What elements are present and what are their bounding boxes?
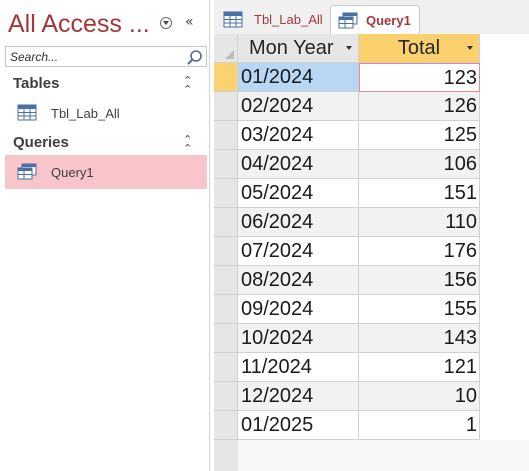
search-box	[5, 46, 207, 67]
navigation-pane: All Access ... « Tables ⌃⌃ Tbl_Lab_All Q…	[0, 0, 210, 471]
record-selector[interactable]	[214, 179, 238, 208]
query-icon	[338, 12, 358, 29]
cell-mon-year[interactable]: 06/2024	[238, 208, 359, 237]
cell-mon-year[interactable]: 02/2024	[238, 92, 359, 121]
cell-total[interactable]: 176	[359, 237, 480, 266]
tab-label: Query1	[366, 13, 411, 28]
record-selector[interactable]	[214, 92, 238, 121]
cell-total[interactable]: 143	[359, 324, 480, 353]
cell-total[interactable]: 156	[359, 266, 480, 295]
record-selector[interactable]	[214, 237, 238, 266]
document-tab-bar: Tbl_Lab_All Query1	[214, 0, 529, 35]
cell-mon-year[interactable]: 04/2024	[238, 150, 359, 179]
cell-total[interactable]: 110	[359, 208, 480, 237]
cell-total[interactable]: 126	[359, 92, 480, 121]
query-icon	[17, 163, 37, 180]
record-selector[interactable]	[214, 411, 238, 440]
group-label-queries: Queries	[13, 134, 69, 151]
column-header-label: Mon Year	[249, 37, 334, 59]
nav-pane-title[interactable]: All Access ...	[8, 10, 150, 39]
cell-mon-year[interactable]: 05/2024	[238, 179, 359, 208]
table-icon	[223, 11, 243, 28]
column-header-label: Total	[397, 37, 441, 59]
nav-item-label: Query1	[51, 165, 94, 180]
query-datasheet: Mon Year Total 01/2024 123 02/2024 126 0…	[214, 34, 529, 471]
record-selector[interactable]	[214, 382, 238, 411]
record-selector[interactable]	[214, 150, 238, 179]
cell-mon-year[interactable]: 10/2024	[238, 324, 359, 353]
cell-mon-year[interactable]: 07/2024	[238, 237, 359, 266]
cell-mon-year[interactable]: 03/2024	[238, 121, 359, 150]
nav-item-label: Tbl_Lab_All	[51, 106, 120, 121]
cell-mon-year[interactable]: 09/2024	[238, 295, 359, 324]
nav-item-query1[interactable]: Query1	[5, 155, 207, 189]
collapse-group-icon[interactable]: ⌃ ⌃	[183, 134, 192, 154]
record-selector[interactable]	[214, 353, 238, 382]
tab-query1[interactable]: Query1	[330, 5, 420, 34]
cell-total[interactable]: 151	[359, 179, 480, 208]
collapse-group-icon[interactable]: ⌃ ⌃	[183, 75, 192, 95]
group-header-tables[interactable]: Tables ⌃ ⌃	[0, 73, 209, 97]
cell-total[interactable]: 121	[359, 353, 480, 382]
record-selector[interactable]	[214, 324, 238, 353]
cell-mon-year[interactable]: 01/2024	[238, 63, 359, 92]
column-dropdown-icon[interactable]	[346, 46, 352, 50]
search-input[interactable]	[7, 48, 183, 65]
group-label-tables: Tables	[13, 75, 60, 92]
datasheet-empty-area	[238, 440, 529, 471]
cell-mon-year[interactable]: 11/2024	[238, 353, 359, 382]
group-header-queries[interactable]: Queries ⌃ ⌃	[0, 132, 209, 156]
cell-total[interactable]: 123	[359, 63, 480, 92]
column-dropdown-icon[interactable]	[467, 46, 473, 50]
tab-tbl-lab-all[interactable]: Tbl_Lab_All	[216, 5, 328, 34]
table-icon	[17, 104, 37, 121]
search-icon[interactable]	[186, 49, 203, 66]
record-selector[interactable]	[214, 208, 238, 237]
nav-item-tbl-lab-all[interactable]: Tbl_Lab_All	[5, 96, 207, 130]
cell-mon-year[interactable]: 01/2025	[238, 411, 359, 440]
select-all-corner[interactable]	[214, 34, 238, 63]
record-selector[interactable]	[214, 121, 238, 150]
collapse-pane-icon[interactable]: «	[185, 14, 194, 30]
cell-mon-year[interactable]: 12/2024	[238, 382, 359, 411]
cell-total[interactable]: 1	[359, 411, 480, 440]
column-header-total[interactable]: Total	[359, 34, 480, 63]
tab-label: Tbl_Lab_All	[254, 12, 323, 27]
cell-total[interactable]: 155	[359, 295, 480, 324]
column-header-mon-year[interactable]: Mon Year	[238, 34, 359, 63]
record-selector[interactable]	[214, 63, 238, 92]
cell-mon-year[interactable]: 08/2024	[238, 266, 359, 295]
cell-total[interactable]: 10	[359, 382, 480, 411]
cell-total[interactable]: 125	[359, 121, 480, 150]
record-selector[interactable]	[214, 266, 238, 295]
cell-total[interactable]: 106	[359, 150, 480, 179]
record-selector[interactable]	[214, 295, 238, 324]
nav-menu-dropdown-icon[interactable]	[160, 17, 172, 29]
